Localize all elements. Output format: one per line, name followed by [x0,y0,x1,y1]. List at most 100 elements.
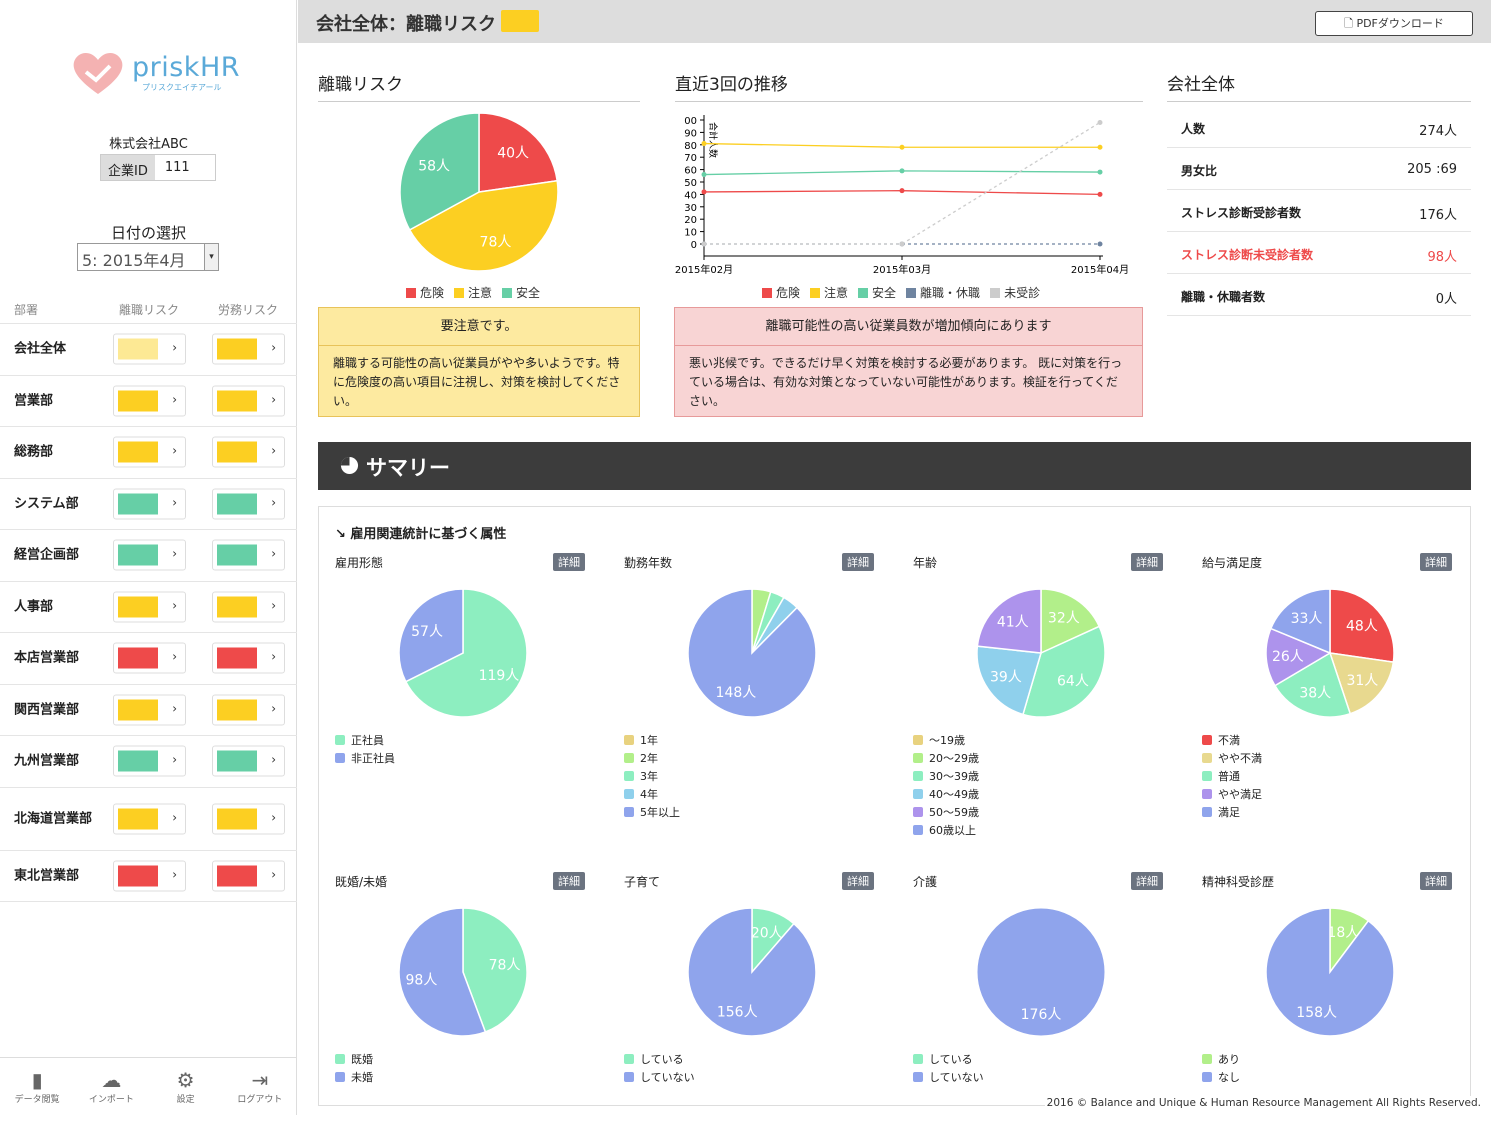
dept-turnover-risk-button[interactable]: › [113,642,186,674]
dept-turnover-risk-button[interactable]: › [113,385,186,417]
attr-legend-item: 満足 [1202,804,1262,822]
dept-labor-risk-button[interactable]: › [212,539,285,571]
trend-ytick: 20 [684,215,697,226]
nav-cloud-upload[interactable]: ☁ インポート [74,1058,148,1115]
attr-pie-chart: 18人158人 [1265,907,1395,1037]
dept-turnover-risk-button[interactable]: › [113,803,186,834]
detail-button[interactable]: 詳細 [1420,872,1452,890]
stat-label: ストレス診断未受診者数 [1181,248,1314,262]
dept-turnover-risk-button[interactable]: › [113,333,186,365]
dept-name: システム部 [14,496,79,512]
detail-button[interactable]: 詳細 [842,553,874,571]
chevron-right-icon: › [172,649,177,664]
heart-logo-icon [73,53,123,94]
dept-turnover-risk-button[interactable]: › [113,745,186,777]
dept-labor-risk-button[interactable]: › [212,436,285,468]
trend-point [1097,119,1103,125]
attr-pie-chart: 148人 [687,588,817,718]
attr-legend-item: 50～59歳 [913,804,979,822]
dept-row: 九州営業部 › › [0,736,297,788]
date-select[interactable]: 5: 2015年4月 ▾ [77,243,219,271]
trend-point [899,241,905,247]
dept-turnover-risk-button[interactable]: › [113,436,186,468]
attr-legend-item: していない [624,1069,695,1087]
chevron-right-icon: › [172,867,177,882]
attr-legend-item: やや不満 [1202,750,1262,768]
risk-color-swatch [217,647,257,669]
trend-ytick: 90 [684,128,697,139]
summary-header: サマリー [318,442,1471,490]
detail-button[interactable]: 詳細 [553,872,585,890]
detail-button[interactable]: 詳細 [1131,553,1163,571]
stat-label: 離職・休職者数 [1181,290,1266,304]
chevron-right-icon: › [172,546,177,561]
dept-row: 人事部 › › [0,582,297,633]
chevron-right-icon: › [271,701,276,716]
brand-logo[interactable]: priskHR プリスクエイチアール [72,48,242,98]
trend-ytick: 50 [684,178,697,189]
chevron-down-icon: ▾ [204,244,218,270]
risk-pie-chart: 40人 78人 58人 [399,112,559,272]
trend-xtick: 2015年04月 [1071,263,1129,276]
detail-button[interactable]: 詳細 [1131,872,1163,890]
detail-button[interactable]: 詳細 [553,553,585,571]
dept-labor-risk-button[interactable]: › [212,803,285,834]
header-bar: 会社全体：離職リスク 🗋 PDFダウンロード [298,0,1491,43]
attr-chart-title: 子育て [624,875,661,889]
attr-pie-3-label-0: 48人 [1346,618,1378,634]
risk-legend: 危険 注意 安全 [406,284,540,301]
dept-turnover-risk-button[interactable]: › [113,488,186,520]
attr-legend-item: 2年 [624,750,680,768]
attr-chart-1: 勤務年数 詳細 148人 1年 2年 3年 4年 5年以上 [608,507,896,827]
footer-copyright: 2016 © Balance and Unique & Human Resour… [1044,1096,1483,1110]
attr-legend-item: 既婚 [335,1051,373,1069]
risk-legend-item-0: 危険 [406,284,444,301]
dept-labor-risk-button[interactable]: › [212,591,285,623]
nav-gear[interactable]: ⚙ 設定 [149,1058,223,1115]
detail-button[interactable]: 詳細 [842,872,874,890]
dept-turnover-risk-button[interactable]: › [113,591,186,623]
dept-labor-risk-button[interactable]: › [212,333,285,365]
bar-chart-icon: ▮ [31,1068,43,1092]
chevron-right-icon: › [271,546,276,561]
trend-section-title: 直近3回の推移 [675,70,1143,102]
detail-button[interactable]: 詳細 [1420,553,1452,571]
trend-ytick: 40 [684,190,697,201]
dept-labor-risk-button[interactable]: › [212,694,285,726]
attr-pie-2-label-4: 41人 [997,615,1029,631]
dept-labor-risk-button[interactable]: › [212,860,285,892]
risk-color-swatch [118,338,158,360]
dept-turnover-risk-button[interactable]: › [113,539,186,571]
nav-label: インポート [88,1095,134,1105]
attr-legend-item: している [624,1051,695,1069]
pdf-download-button[interactable]: 🗋 PDFダウンロード [1315,11,1473,36]
dept-header-turnover: 離職リスク [119,303,180,317]
risk-pie-label-0: 40人 [497,146,529,162]
attr-legend-item: 正社員 [335,732,395,750]
dept-turnover-risk-button[interactable]: › [113,860,186,892]
dept-labor-risk-button[interactable]: › [212,745,285,777]
company-stats: 人数 274人 男女比 205 :69 ストレス診断受診者数 176人 ストレス診断未受診者… [1167,106,1471,316]
trend-ytick: 70 [684,153,697,164]
dept-labor-risk-button[interactable]: › [212,488,285,520]
dept-row: 関西営業部 › › [0,685,297,736]
trend-ytick: 30 [684,203,697,214]
attr-chart-title: 介護 [913,875,938,889]
attr-chart-0: 雇用形態 詳細 119人 57人 正社員 非正社員 [319,507,607,827]
dept-name: 九州営業部 [14,753,80,769]
risk-pie-label-1: 78人 [480,234,512,250]
dept-labor-risk-button[interactable]: › [212,642,285,674]
chevron-right-icon: › [271,867,276,882]
attr-chart-title: 既婚/未婚 [335,875,388,889]
dept-name: 営業部 [14,393,54,409]
risk-section-title: 離職リスク [318,70,640,102]
nav-logout[interactable]: ⇥ ログアウト [223,1058,297,1115]
chevron-right-icon: › [172,810,177,824]
dept-name: 総務部 [14,444,54,460]
nav-bar-chart[interactable]: ▮ データ閲覧 [0,1058,74,1115]
dept-turnover-risk-button[interactable]: › [113,694,186,726]
chevron-right-icon: › [172,598,177,613]
attr-legend-item: 未婚 [335,1069,373,1087]
dept-labor-risk-button[interactable]: › [212,385,285,417]
page-title: 会社全体：離職リスク [316,14,496,35]
